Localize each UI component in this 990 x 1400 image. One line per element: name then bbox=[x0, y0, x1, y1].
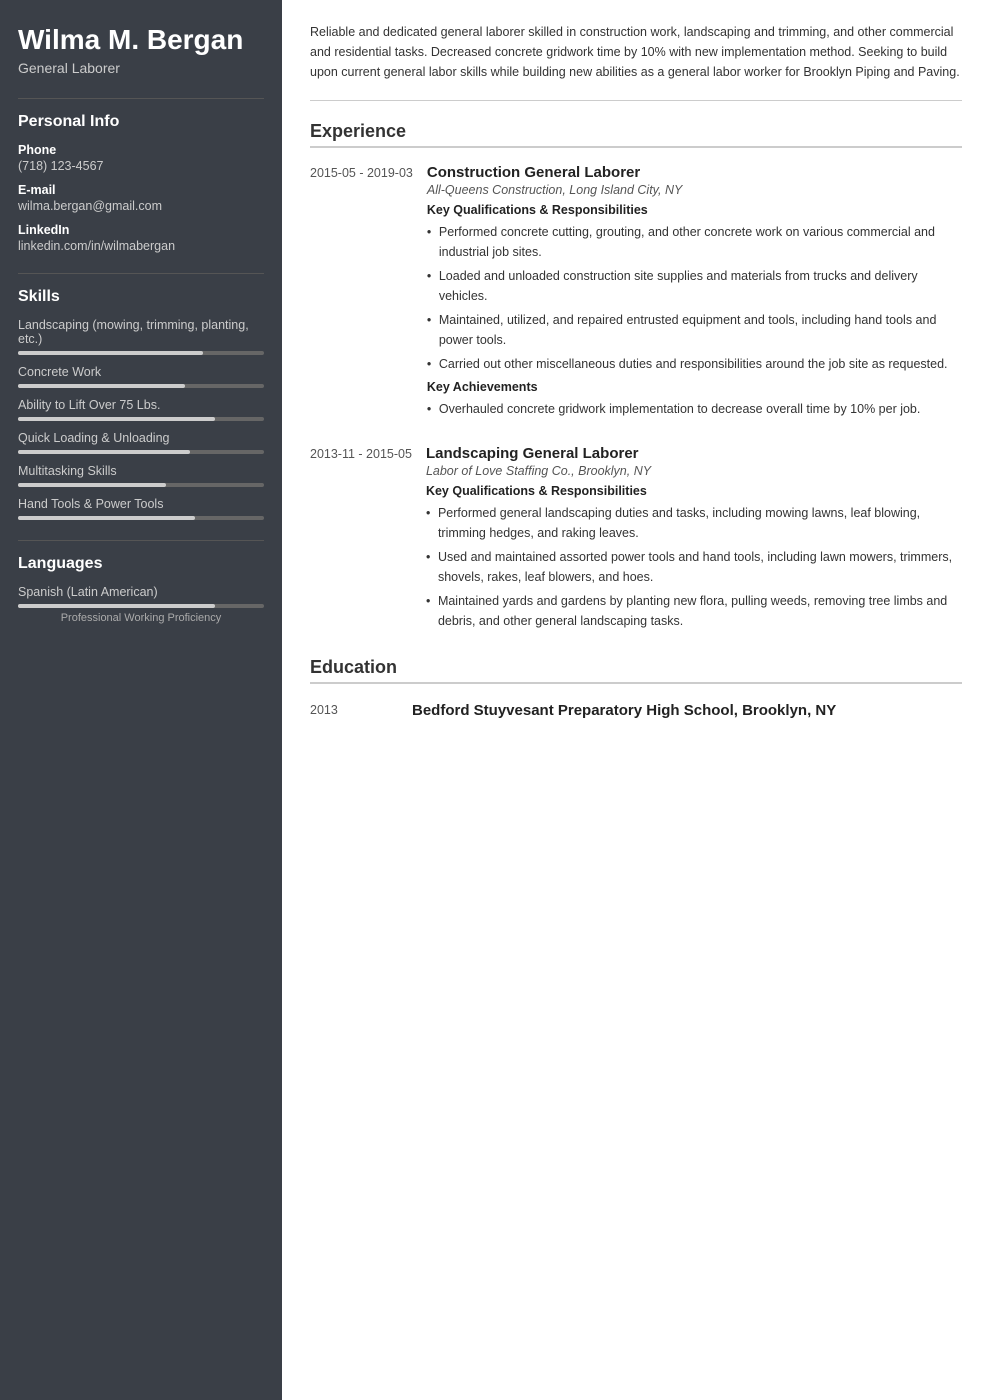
phone-label: Phone bbox=[18, 143, 264, 157]
exp-qualifications-label: Key Qualifications & Responsibilities bbox=[427, 203, 962, 217]
skill-bar-fill bbox=[18, 417, 215, 421]
language-proficiency: Professional Working Proficiency bbox=[18, 612, 264, 624]
candidate-name: Wilma M. Bergan bbox=[18, 24, 264, 56]
linkedin-value: linkedin.com/in/wilmabergan bbox=[18, 239, 264, 253]
skill-bar-fill bbox=[18, 483, 166, 487]
exp-qualification-item: Maintained yards and gardens by planting… bbox=[426, 591, 962, 631]
skill-bar-fill bbox=[18, 450, 190, 454]
exp-qualification-item: Carried out other miscellaneous duties a… bbox=[427, 354, 962, 374]
education-list: 2013 Bedford Stuyvesant Preparatory High … bbox=[310, 700, 962, 721]
edu-date: 2013 bbox=[310, 700, 398, 721]
exp-achievements-label: Key Achievements bbox=[427, 380, 962, 394]
skill-name: Quick Loading & Unloading bbox=[18, 431, 264, 445]
experience-heading: Experience bbox=[310, 121, 962, 148]
sidebar: Wilma M. Bergan General Laborer Personal… bbox=[0, 0, 282, 1400]
education-heading: Education bbox=[310, 657, 962, 684]
email-value: wilma.bergan@gmail.com bbox=[18, 199, 264, 213]
skill-bar-fill bbox=[18, 516, 195, 520]
experience-section: Experience 2015-05 - 2019-03Construction… bbox=[310, 121, 962, 635]
skill-name: Concrete Work bbox=[18, 365, 264, 379]
exp-content: Landscaping General Laborer Labor of Love… bbox=[426, 445, 962, 635]
personal-info-section: Personal Info Phone (718) 123-4567 E-mai… bbox=[18, 113, 264, 253]
experience-block: 2013-11 - 2015-05Landscaping General Lab… bbox=[310, 445, 962, 635]
education-section: Education 2013 Bedford Stuyvesant Prepara… bbox=[310, 657, 962, 721]
skills-heading: Skills bbox=[18, 288, 264, 306]
languages-list: Spanish (Latin American) Professional Wor… bbox=[18, 585, 264, 624]
email-label: E-mail bbox=[18, 183, 264, 197]
summary-divider bbox=[310, 100, 962, 101]
exp-qualifications-list: Performed concrete cutting, grouting, an… bbox=[427, 222, 962, 374]
skills-list: Landscaping (mowing, trimming, planting,… bbox=[18, 318, 264, 520]
exp-content: Construction General Laborer All-Queens C… bbox=[427, 164, 962, 423]
skill-name: Landscaping (mowing, trimming, planting,… bbox=[18, 318, 264, 346]
exp-qualification-item: Loaded and unloaded construction site su… bbox=[427, 266, 962, 306]
exp-qualifications-list: Performed general landscaping duties and… bbox=[426, 503, 962, 631]
skill-bar-bg bbox=[18, 351, 264, 355]
skill-bar-fill bbox=[18, 351, 203, 355]
divider-languages bbox=[18, 540, 264, 541]
skill-bar-bg bbox=[18, 516, 264, 520]
linkedin-label: LinkedIn bbox=[18, 223, 264, 237]
divider-personal bbox=[18, 98, 264, 99]
skill-bar-bg bbox=[18, 384, 264, 388]
exp-achievement-item: Overhauled concrete gridwork implementat… bbox=[427, 399, 962, 419]
skills-section: Skills Landscaping (mowing, trimming, pl… bbox=[18, 288, 264, 520]
exp-achievements-list: Overhauled concrete gridwork implementat… bbox=[427, 399, 962, 419]
exp-job-title: Construction General Laborer bbox=[427, 164, 962, 181]
skill-bar-bg bbox=[18, 450, 264, 454]
exp-qualification-item: Used and maintained assorted power tools… bbox=[426, 547, 962, 587]
skill-bar-bg bbox=[18, 417, 264, 421]
exp-company: All-Queens Construction, Long Island Cit… bbox=[427, 183, 962, 197]
main-content: Reliable and dedicated general laborer s… bbox=[282, 0, 990, 1400]
languages-section: Languages Spanish (Latin American) Profes… bbox=[18, 555, 264, 624]
skill-name: Multitasking Skills bbox=[18, 464, 264, 478]
exp-date: 2013-11 - 2015-05 bbox=[310, 445, 412, 635]
exp-qualification-item: Performed general landscaping duties and… bbox=[426, 503, 962, 543]
skill-name: Hand Tools & Power Tools bbox=[18, 497, 264, 511]
phone-value: (718) 123-4567 bbox=[18, 159, 264, 173]
exp-qualification-item: Performed concrete cutting, grouting, an… bbox=[427, 222, 962, 262]
education-block: 2013 Bedford Stuyvesant Preparatory High … bbox=[310, 700, 962, 721]
skill-bar-fill bbox=[18, 384, 185, 388]
edu-school: Bedford Stuyvesant Preparatory High Scho… bbox=[412, 700, 836, 721]
summary-section: Reliable and dedicated general laborer s… bbox=[310, 22, 962, 101]
exp-company: Labor of Love Staffing Co., Brooklyn, NY bbox=[426, 464, 962, 478]
skill-bar-bg bbox=[18, 483, 264, 487]
languages-heading: Languages bbox=[18, 555, 264, 573]
language-name: Spanish (Latin American) bbox=[18, 585, 264, 599]
skill-name: Ability to Lift Over 75 Lbs. bbox=[18, 398, 264, 412]
exp-date: 2015-05 - 2019-03 bbox=[310, 164, 413, 423]
summary-text: Reliable and dedicated general laborer s… bbox=[310, 22, 962, 82]
language-bar-bg bbox=[18, 604, 264, 608]
language-bar-fill bbox=[18, 604, 215, 608]
exp-row: 2015-05 - 2019-03Construction General La… bbox=[310, 164, 962, 423]
divider-skills bbox=[18, 273, 264, 274]
exp-qualification-item: Maintained, utilized, and repaired entru… bbox=[427, 310, 962, 350]
exp-job-title: Landscaping General Laborer bbox=[426, 445, 962, 462]
candidate-title: General Laborer bbox=[18, 60, 264, 76]
name-section: Wilma M. Bergan General Laborer bbox=[18, 24, 264, 76]
exp-qualifications-label: Key Qualifications & Responsibilities bbox=[426, 484, 962, 498]
personal-info-heading: Personal Info bbox=[18, 113, 264, 131]
exp-row: 2013-11 - 2015-05Landscaping General Lab… bbox=[310, 445, 962, 635]
experience-block: 2015-05 - 2019-03Construction General La… bbox=[310, 164, 962, 423]
experience-list: 2015-05 - 2019-03Construction General La… bbox=[310, 164, 962, 635]
